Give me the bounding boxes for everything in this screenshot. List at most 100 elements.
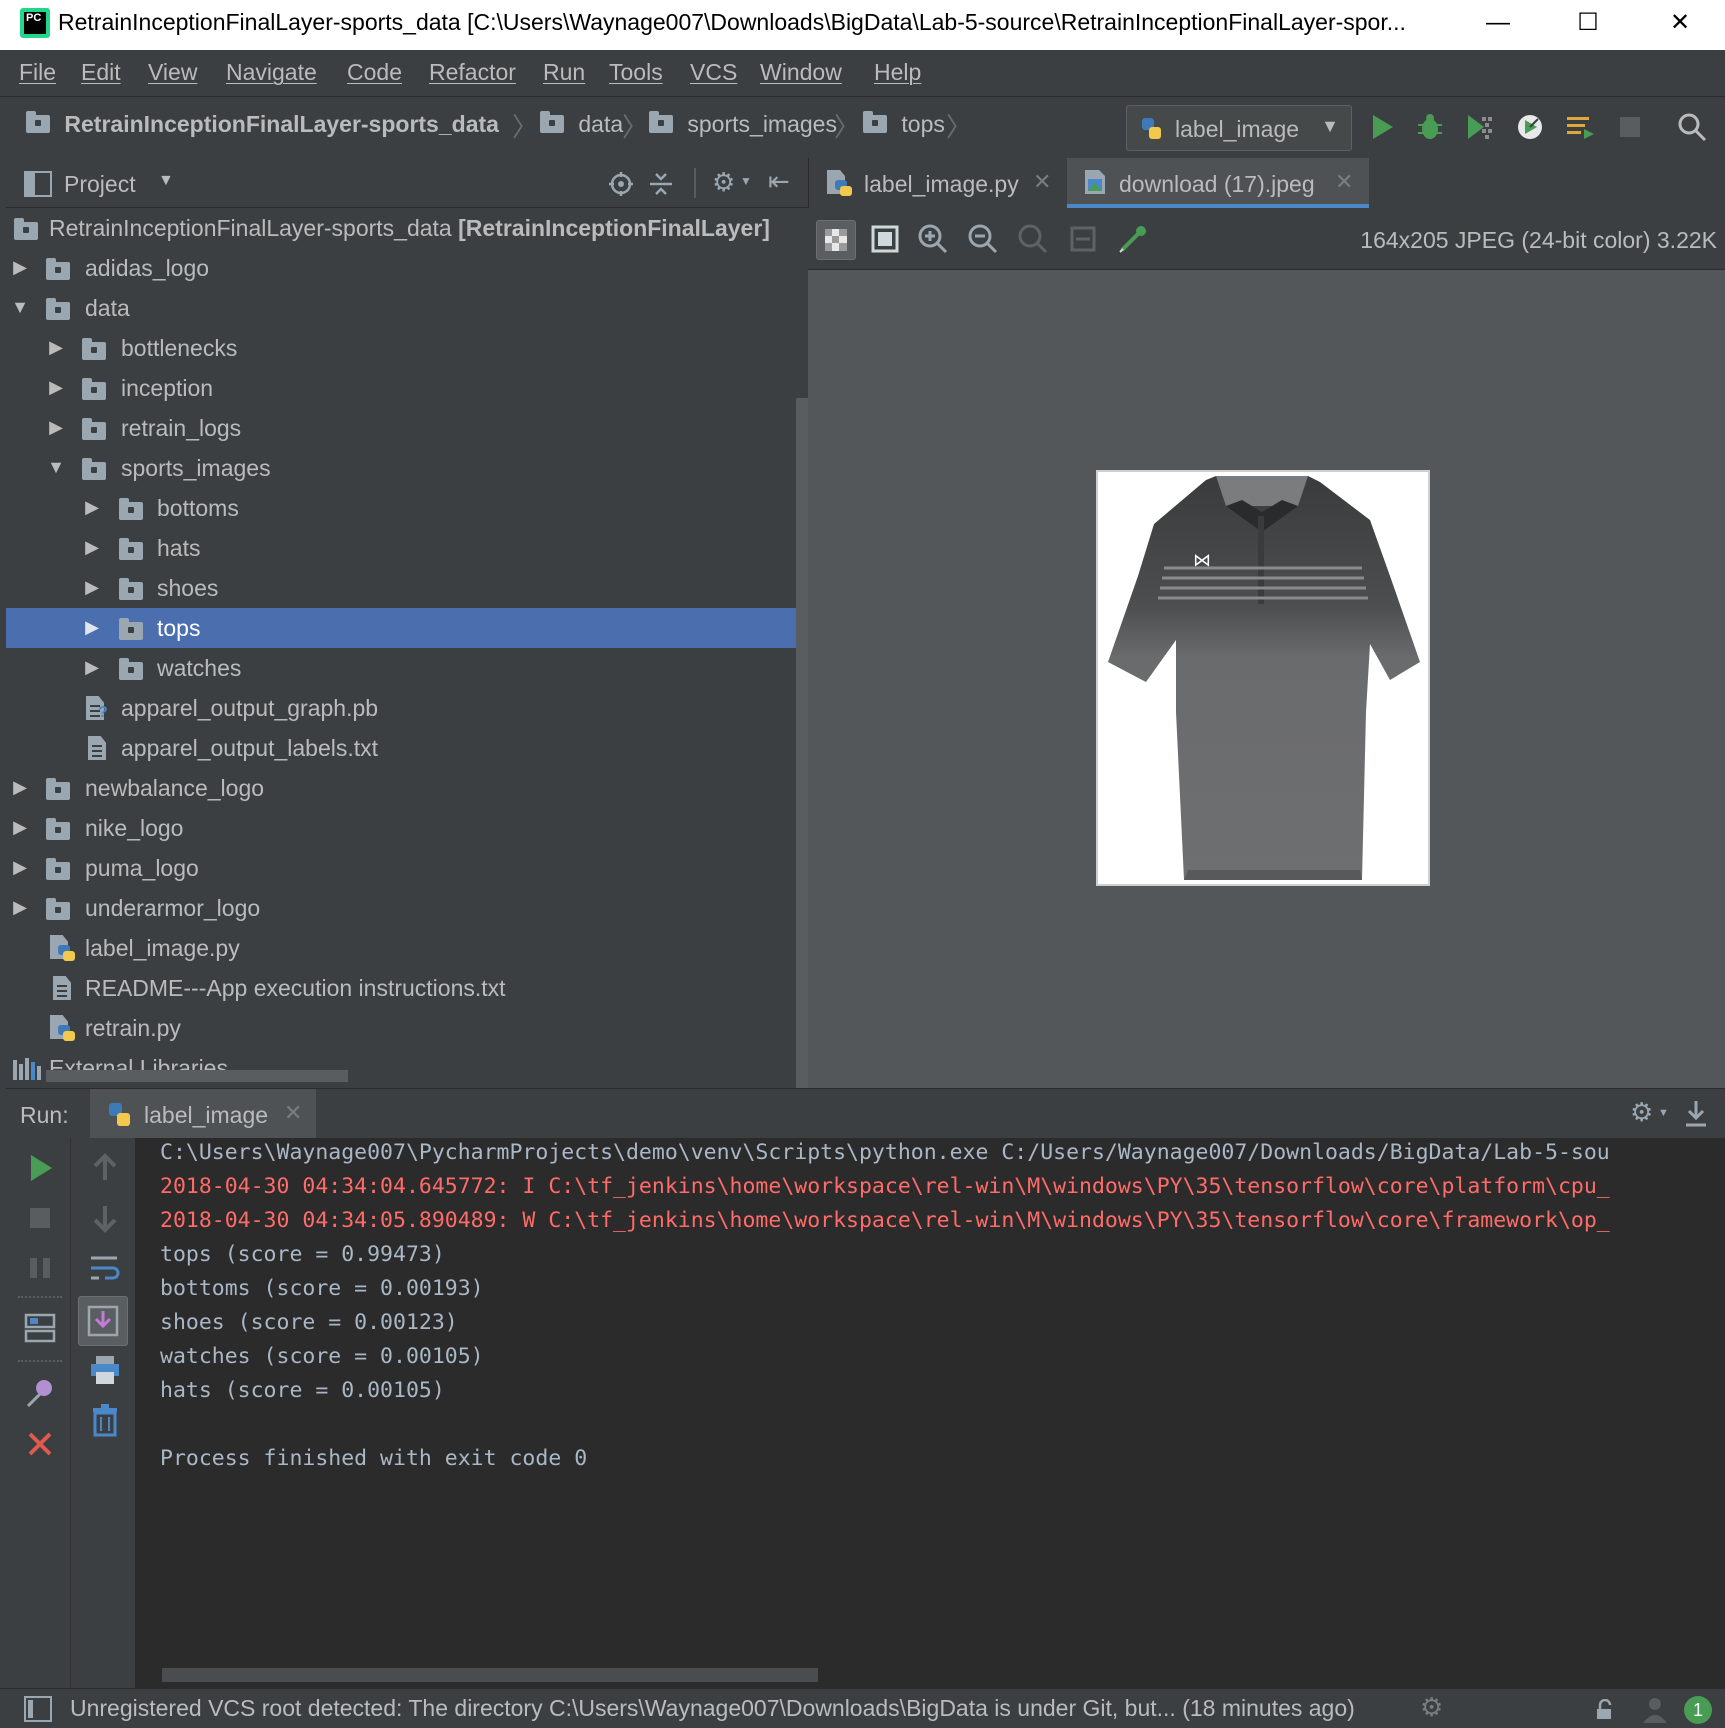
tab-label-image-py[interactable]: label_image.py ✕ — [809, 158, 1067, 208]
tree-item-underarmor-logo[interactable]: ▶ underarmor_logo — [6, 888, 800, 928]
run-icon[interactable] — [1366, 111, 1398, 143]
breadcrumb-tops[interactable]: tops — [863, 111, 945, 138]
print-icon[interactable] — [87, 1352, 123, 1388]
gear-icon[interactable]: ⚙ — [1630, 1097, 1653, 1128]
soft-wrap-icon[interactable] — [87, 1250, 123, 1286]
chevron-right-icon[interactable]: ▶ — [10, 857, 30, 878]
color-picker-button[interactable] — [1114, 220, 1154, 260]
menu-help[interactable]: Help — [874, 59, 921, 86]
pause-icon[interactable] — [22, 1250, 58, 1286]
menu-navigate[interactable]: Navigate — [226, 59, 317, 86]
console-horizontal-scrollbar[interactable] — [162, 1668, 818, 1682]
run-with-coverage-icon[interactable] — [1464, 111, 1496, 143]
close-window-button[interactable]: ✕ — [1650, 0, 1710, 46]
debug-icon[interactable] — [1414, 111, 1446, 143]
menu-code[interactable]: Code — [347, 59, 402, 86]
tool-windows-icon[interactable] — [24, 1696, 52, 1722]
hector-icon[interactable] — [1640, 1695, 1670, 1725]
actual-size-button[interactable] — [1014, 220, 1054, 260]
menu-run[interactable]: Run — [543, 59, 585, 86]
collapse-all-icon[interactable] — [648, 171, 674, 197]
chevron-down-icon[interactable]: ▼ — [158, 172, 174, 190]
arrow-down-icon[interactable] — [87, 1200, 123, 1236]
menu-file[interactable]: File — [19, 59, 56, 86]
minimize-button[interactable]: — — [1468, 0, 1528, 46]
scroll-to-end-button[interactable] — [78, 1296, 128, 1346]
tree-item-data[interactable]: ▼ data — [6, 288, 800, 328]
run-tab-label-image[interactable]: label_image ✕ — [90, 1089, 316, 1139]
gear-icon[interactable]: ⚙ — [1420, 1692, 1443, 1723]
trash-icon[interactable] — [87, 1402, 123, 1438]
chevron-right-icon[interactable]: ▶ — [82, 497, 102, 518]
chevron-right-icon[interactable]: ▶ — [82, 577, 102, 598]
zoom-out-button[interactable] — [964, 220, 1004, 260]
project-horizontal-scrollbar[interactable] — [46, 1070, 348, 1082]
tree-item-newbalance-logo[interactable]: ▶ newbalance_logo — [6, 768, 800, 808]
tree-item-puma-logo[interactable]: ▶ puma_logo — [6, 848, 800, 888]
chevron-right-icon[interactable]: ▶ — [10, 897, 30, 918]
tree-item-adidas-logo[interactable]: ▶ adidas_logo — [6, 248, 800, 288]
hide-panel-icon[interactable]: ⇤ — [768, 166, 790, 197]
menu-view[interactable]: View — [148, 59, 197, 86]
chevron-right-icon[interactable]: ▶ — [82, 657, 102, 678]
chevron-right-icon[interactable]: ▶ — [46, 377, 66, 398]
chessboard-toggle-button[interactable] — [816, 220, 856, 260]
close-tab-icon[interactable]: ✕ — [1335, 169, 1353, 195]
stop-icon[interactable] — [22, 1200, 58, 1236]
tree-item-external-libraries[interactable]: External Libraries — [6, 1048, 800, 1088]
restore-layout-icon[interactable] — [22, 1310, 58, 1346]
tree-item-nike-logo[interactable]: ▶ nike_logo — [6, 808, 800, 848]
tree-item-readme[interactable]: README---App execution instructions.txt — [6, 968, 800, 1008]
chevron-down-icon[interactable]: ▼ — [740, 174, 752, 188]
zoom-in-button[interactable] — [914, 220, 954, 260]
chevron-down-icon[interactable]: ▼ — [10, 297, 30, 318]
hide-panel-icon[interactable] — [1682, 1099, 1710, 1129]
lock-icon[interactable] — [1594, 1699, 1616, 1721]
stop-icon[interactable] — [1614, 111, 1646, 143]
close-tab-icon[interactable]: ✕ — [1033, 169, 1051, 195]
chevron-right-icon[interactable]: ▶ — [82, 617, 102, 638]
run-configuration-select[interactable]: label_image ▼ — [1126, 105, 1352, 151]
tree-item-inception[interactable]: ▶ inception — [6, 368, 800, 408]
tree-item-retrain-logs[interactable]: ▶ retrain_logs — [6, 408, 800, 448]
menu-vcs[interactable]: VCS — [690, 59, 737, 86]
grid-toggle-button[interactable] — [866, 220, 906, 260]
fit-zoom-button[interactable] — [1064, 220, 1104, 260]
close-tab-icon[interactable]: ✕ — [284, 1100, 302, 1126]
chevron-down-icon[interactable]: ▼ — [1658, 1107, 1669, 1119]
chevron-right-icon[interactable]: ▶ — [46, 337, 66, 358]
tree-item-bottlenecks[interactable]: ▶ bottlenecks — [6, 328, 800, 368]
search-icon[interactable] — [1676, 111, 1708, 143]
tree-item-apparel-output-graph[interactable]: ? apparel_output_graph.pb — [6, 688, 800, 728]
menu-window[interactable]: Window — [760, 59, 842, 86]
tree-item-retrain-py[interactable]: retrain.py — [6, 1008, 800, 1048]
tree-item-bottoms[interactable]: ▶ bottoms — [6, 488, 800, 528]
close-run-icon[interactable] — [22, 1426, 58, 1462]
project-view-selector[interactable]: Project — [64, 171, 136, 198]
gear-icon[interactable]: ⚙ — [712, 167, 735, 198]
tree-item-shoes[interactable]: ▶ shoes — [6, 568, 800, 608]
breadcrumb-sports-images[interactable]: sports_images — [649, 111, 837, 138]
chevron-right-icon[interactable]: ▶ — [10, 257, 30, 278]
menu-refactor[interactable]: Refactor — [429, 59, 516, 86]
breadcrumb-data[interactable]: data — [540, 111, 623, 138]
tree-item-sports-images[interactable]: ▼ sports_images — [6, 448, 800, 488]
event-log-badge[interactable]: 1 — [1684, 1696, 1712, 1724]
tree-item-tops[interactable]: ▶ tops — [6, 608, 800, 648]
arrow-up-icon[interactable] — [87, 1150, 123, 1186]
chevron-right-icon[interactable]: ▶ — [10, 777, 30, 798]
chevron-right-icon[interactable]: ▶ — [10, 817, 30, 838]
locate-icon[interactable] — [608, 171, 634, 197]
tree-item-watches[interactable]: ▶ watches — [6, 648, 800, 688]
menu-edit[interactable]: Edit — [81, 59, 121, 86]
maximize-button[interactable]: ☐ — [1558, 0, 1618, 46]
rerun-icon[interactable] — [22, 1150, 58, 1186]
run-console-output[interactable]: C:\Users\Waynage007\PycharmProjects\demo… — [136, 1138, 1725, 1688]
chevron-right-icon[interactable]: ▶ — [46, 417, 66, 438]
pin-icon[interactable] — [22, 1376, 58, 1412]
tree-item-project-root[interactable]: RetrainInceptionFinalLayer-sports_data [… — [6, 208, 800, 248]
breadcrumb-project[interactable]: RetrainInceptionFinalLayer-sports_data — [26, 111, 499, 138]
tree-item-label-image-py[interactable]: label_image.py — [6, 928, 800, 968]
chevron-down-icon[interactable]: ▼ — [46, 457, 66, 478]
chevron-right-icon[interactable]: ▶ — [82, 537, 102, 558]
